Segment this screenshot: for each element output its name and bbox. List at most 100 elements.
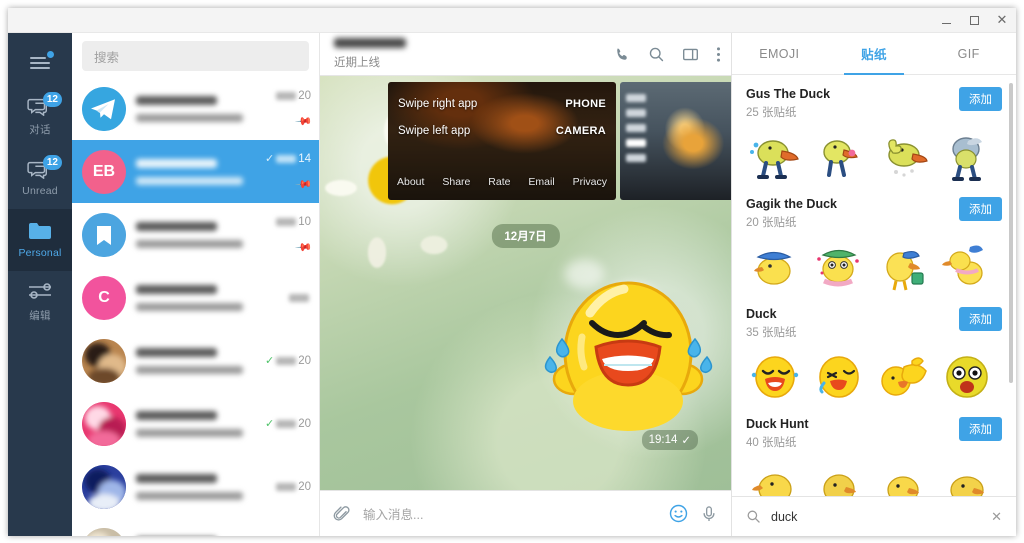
chat-item-time: 20 xyxy=(276,481,311,493)
photo-setting-value: CAMERA xyxy=(556,125,606,137)
sticker-set-text: Gagik the Duck20 张贴纸 xyxy=(746,197,959,230)
sticker-thumbnail[interactable] xyxy=(938,237,996,295)
menu-notification-dot xyxy=(47,51,54,58)
sticker-panel-scrollbar[interactable] xyxy=(1009,83,1013,383)
sticker-set: Duck35 张贴纸添加 xyxy=(746,295,1016,405)
chat-list-item[interactable]: C xyxy=(72,266,319,329)
photo-footer-link: Share xyxy=(442,176,470,188)
sticker-thumbnail[interactable] xyxy=(938,127,996,185)
sticker-set: Duck Hunt40 张贴纸添加 xyxy=(746,405,1016,496)
photo-message-bonfire[interactable] xyxy=(620,82,731,200)
chat-item-name-redacted xyxy=(136,411,217,420)
chat-item-meta xyxy=(263,276,311,320)
sticker-set-text: Duck Hunt40 张贴纸 xyxy=(746,417,959,450)
split-view-icon[interactable] xyxy=(682,46,699,63)
chat-header-actions xyxy=(614,46,721,63)
message-input[interactable]: 输入消息... xyxy=(363,504,657,523)
sticker-set-header: Gus The Duck25 张贴纸添加 xyxy=(746,87,1016,120)
sticker-thumbnail[interactable] xyxy=(746,457,804,496)
chat-list-column: 搜索 20📌EB✓14📌10📌C✓20✓202020 xyxy=(72,33,320,536)
rail-item-label: Unread xyxy=(22,185,58,197)
sliders-icon xyxy=(27,282,53,306)
photo-footer-link: Privacy xyxy=(573,176,607,188)
more-menu-icon[interactable] xyxy=(716,46,721,63)
search-icon[interactable] xyxy=(648,46,665,63)
chat-list-item[interactable]: EB✓14📌 xyxy=(72,140,319,203)
sticker-set: Gus The Duck25 张贴纸添加 xyxy=(746,75,1016,185)
chat-item-time: 20 xyxy=(276,90,311,102)
sticker-thumbnail[interactable] xyxy=(874,457,932,496)
sticker-tab-gif[interactable]: GIF xyxy=(921,33,1016,74)
chat-item-preview-redacted xyxy=(136,303,243,311)
rail-item-dialogs[interactable]: 12 对话 xyxy=(8,85,72,147)
read-tick-icon: ✓ xyxy=(265,354,274,367)
chat-list-item[interactable]: ✓20 xyxy=(72,329,319,392)
sticker-set-count: 20 张贴纸 xyxy=(746,214,959,230)
avatar xyxy=(82,402,126,446)
sticker-thumbnail[interactable] xyxy=(938,457,996,496)
chat-item-time-visible: 20 xyxy=(298,90,311,102)
add-sticker-set-button[interactable]: 添加 xyxy=(959,197,1002,221)
add-sticker-set-button[interactable]: 添加 xyxy=(959,307,1002,331)
rail-item-personal[interactable]: Personal xyxy=(8,209,72,271)
avatar: C xyxy=(82,276,126,320)
sticker-search-input[interactable]: duck xyxy=(771,510,981,524)
search-icon xyxy=(746,509,761,524)
sticker-thumbnail[interactable] xyxy=(810,347,868,405)
sticker-panel-tabs: EMOJI 贴纸GIF xyxy=(732,33,1016,75)
rail-item-unread[interactable]: 12 Unread xyxy=(8,147,72,209)
paperclip-icon[interactable] xyxy=(333,505,351,523)
rail-item-edit[interactable]: 编辑 xyxy=(8,271,72,333)
smiley-icon[interactable] xyxy=(669,504,688,523)
rail-item-label: 编辑 xyxy=(29,308,50,323)
chat-list-item[interactable]: 10📌 xyxy=(72,203,319,266)
chat-status: 近期上线 xyxy=(334,54,614,70)
chat-item-preview-redacted xyxy=(136,492,243,500)
call-icon[interactable] xyxy=(614,46,631,63)
photo-message-screenshot[interactable]: Swipe right app PHONE Swipe left app CAM… xyxy=(388,82,616,200)
avatar xyxy=(82,528,126,537)
close-icon[interactable]: ✕ xyxy=(991,509,1002,525)
avatar xyxy=(82,339,126,383)
window-close-button[interactable]: ✕ xyxy=(988,8,1016,32)
microphone-icon[interactable] xyxy=(700,505,718,523)
chat-list-item[interactable]: 20 xyxy=(72,455,319,518)
sticker-tab-贴纸[interactable]: 贴纸 xyxy=(827,33,922,74)
sticker-thumbnail[interactable] xyxy=(874,347,932,405)
date-divider: 12月7日 xyxy=(491,224,559,248)
chat-list-item[interactable]: 20 xyxy=(72,518,319,536)
sticker-tab-emoji[interactable]: EMOJI xyxy=(732,33,827,74)
chat-list-item[interactable]: 20📌 xyxy=(72,77,319,140)
avatar xyxy=(82,465,126,509)
avatar-initials: EB xyxy=(93,163,115,181)
sticker-thumbnail[interactable] xyxy=(746,127,804,185)
add-sticker-set-button[interactable]: 添加 xyxy=(959,87,1002,111)
sticker-thumbnail[interactable] xyxy=(746,347,804,405)
sticker-thumbnail[interactable] xyxy=(938,347,996,405)
window-maximize-button[interactable] xyxy=(960,8,988,32)
photo-message-group: Swipe right app PHONE Swipe left app CAM… xyxy=(388,82,731,200)
sticker-panel: EMOJI 贴纸GIF Gus The Duck25 张贴纸添加 Gagik the… xyxy=(732,33,1016,536)
chat-search-input[interactable]: 搜索 xyxy=(82,41,309,71)
sticker-thumbnail[interactable] xyxy=(810,127,868,185)
chat-item-time-visible: 20 xyxy=(298,418,311,430)
sticker-set-header: Gagik the Duck20 张贴纸添加 xyxy=(746,197,1016,230)
rail-badge: 12 xyxy=(43,155,62,170)
sticker-message[interactable]: 19:14 ✓ xyxy=(532,261,722,446)
chat-item-preview-redacted xyxy=(136,366,243,374)
sticker-thumbnail[interactable] xyxy=(810,237,868,295)
sticker-thumbnail[interactable] xyxy=(874,237,932,295)
sticker-panel-body[interactable]: Gus The Duck25 张贴纸添加 Gagik the Duck20 张贴纸… xyxy=(732,75,1016,496)
sticker-thumbnail[interactable] xyxy=(874,127,932,185)
chat-list-item[interactable]: ✓20 xyxy=(72,392,319,455)
sticker-tab-label: EMOJI xyxy=(759,47,799,61)
chat-item-text xyxy=(136,348,263,374)
chat-bubbles-icon: 12 xyxy=(27,96,53,120)
chat-title-redacted xyxy=(334,38,406,48)
main-menu-button[interactable] xyxy=(8,41,72,85)
sticker-thumbnail[interactable] xyxy=(810,457,868,496)
message-composer: 输入消息... xyxy=(320,490,731,536)
add-sticker-set-button[interactable]: 添加 xyxy=(959,417,1002,441)
sticker-thumbnail[interactable] xyxy=(746,237,804,295)
window-minimize-button[interactable] xyxy=(932,8,960,32)
